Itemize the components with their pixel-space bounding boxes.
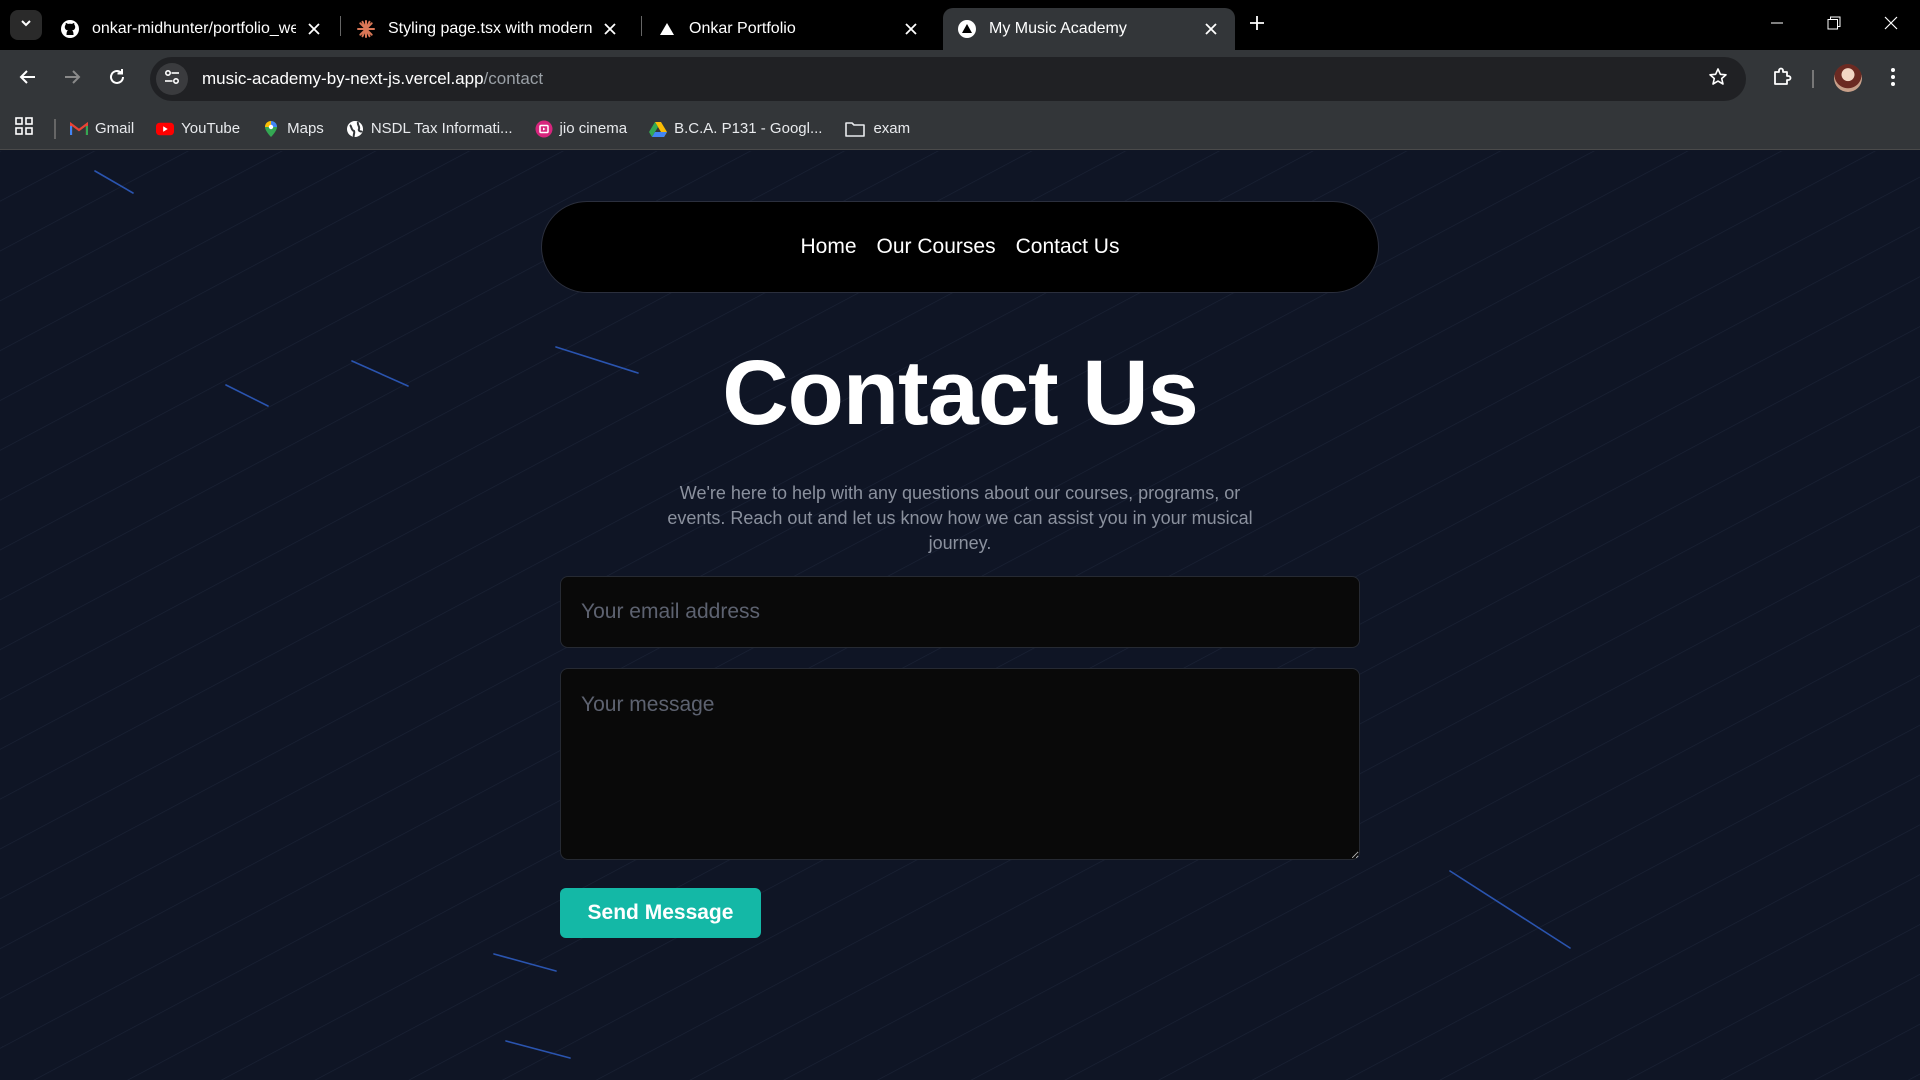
url-host: music-academy-by-next-js.vercel.app bbox=[202, 69, 484, 88]
restore-button[interactable] bbox=[1805, 0, 1863, 50]
email-field[interactable] bbox=[560, 576, 1360, 648]
puzzle-icon bbox=[1771, 66, 1793, 93]
bookmark-star-button[interactable] bbox=[1706, 67, 1730, 91]
chevron-down-icon bbox=[19, 16, 33, 35]
send-message-button[interactable]: Send Message bbox=[560, 888, 761, 938]
address-bar[interactable]: music-academy-by-next-js.vercel.app/cont… bbox=[150, 57, 1746, 101]
bookmark-drive[interactable]: B.C.A. P131 - Googl... bbox=[649, 120, 822, 138]
menu-button[interactable] bbox=[1877, 63, 1909, 95]
message-field[interactable] bbox=[560, 668, 1360, 860]
github-icon bbox=[60, 19, 80, 39]
close-window-button[interactable] bbox=[1862, 0, 1920, 50]
bookmark-nsdl[interactable]: NSDL Tax Informati... bbox=[346, 120, 513, 138]
profile-avatar[interactable] bbox=[1834, 64, 1862, 92]
close-icon bbox=[1884, 16, 1898, 35]
tab-separator bbox=[641, 16, 642, 36]
site-info-button[interactable] bbox=[156, 63, 188, 95]
close-icon[interactable] bbox=[600, 19, 620, 39]
tab-music-academy[interactable]: My Music Academy bbox=[943, 8, 1235, 50]
tab-claude[interactable]: Styling page.tsx with modern pr bbox=[342, 8, 634, 50]
tab-title: Onkar Portfolio bbox=[689, 20, 796, 37]
bookmark-label: Gmail bbox=[95, 120, 135, 137]
bookmark-label: NSDL Tax Informati... bbox=[370, 120, 513, 137]
tab-onkar-portfolio[interactable]: Onkar Portfolio bbox=[643, 8, 935, 50]
extensions-button[interactable] bbox=[1766, 63, 1798, 95]
tune-icon bbox=[163, 68, 181, 91]
close-icon[interactable] bbox=[1201, 19, 1221, 39]
claude-icon bbox=[356, 19, 376, 39]
nav-link-contact-us[interactable]: Contact Us bbox=[1016, 235, 1120, 259]
apps-grid-icon bbox=[15, 117, 33, 140]
maps-icon bbox=[262, 120, 280, 138]
youtube-icon bbox=[156, 120, 175, 138]
nav-link-our-courses[interactable]: Our Courses bbox=[877, 235, 996, 259]
url-text: music-academy-by-next-js.vercel.app/cont… bbox=[202, 69, 543, 89]
bookmarks-bar: Gmail YouTube Maps NSDL Tax Informati...… bbox=[0, 108, 1920, 150]
tab-search-button[interactable] bbox=[10, 10, 42, 40]
bookmark-label: YouTube bbox=[181, 120, 241, 137]
bookmark-gmail[interactable]: Gmail bbox=[70, 120, 134, 138]
url-path: /contact bbox=[483, 69, 544, 88]
page-content: Home Our Courses Contact Us Contact Us W… bbox=[0, 151, 1920, 1080]
tab-title: My Music Academy bbox=[989, 20, 1127, 37]
reload-icon bbox=[107, 67, 127, 92]
star-icon bbox=[1708, 67, 1728, 92]
bookmark-maps[interactable]: Maps bbox=[262, 120, 324, 138]
arrow-left-icon bbox=[18, 67, 38, 92]
tab-title: Styling page.tsx with modern pr bbox=[388, 20, 592, 37]
nav-link-home[interactable]: Home bbox=[801, 235, 857, 259]
tab-separator bbox=[340, 16, 341, 36]
arrow-right-icon bbox=[62, 67, 82, 92]
plus-icon bbox=[1249, 15, 1265, 36]
globe-icon bbox=[346, 120, 364, 138]
browser-toolbar: music-academy-by-next-js.vercel.app/cont… bbox=[0, 50, 1920, 108]
bookmark-label: Maps bbox=[287, 120, 324, 137]
bookmark-label: B.C.A. P131 - Googl... bbox=[674, 120, 823, 137]
toolbar-divider bbox=[1812, 70, 1814, 88]
close-icon[interactable] bbox=[901, 19, 921, 39]
back-button[interactable] bbox=[12, 63, 44, 95]
folder-icon bbox=[844, 120, 866, 138]
page-subtitle: We're here to help with any questions ab… bbox=[667, 483, 1253, 553]
bookmarks-separator bbox=[54, 118, 56, 139]
vercel-icon bbox=[957, 19, 977, 39]
tab-github[interactable]: onkar-midhunter/portfolio_web bbox=[46, 8, 338, 50]
apps-button[interactable] bbox=[12, 117, 36, 141]
tab-strip: onkar-midhunter/portfolio_web Styling pa… bbox=[0, 0, 1920, 50]
reload-button[interactable] bbox=[101, 63, 133, 95]
close-icon[interactable] bbox=[304, 19, 324, 39]
new-tab-button[interactable] bbox=[1242, 12, 1272, 38]
jiocinema-icon bbox=[535, 120, 553, 138]
drive-icon bbox=[649, 120, 668, 138]
restore-icon bbox=[1827, 16, 1841, 35]
bookmark-jiocinema[interactable]: jio cinema bbox=[535, 120, 628, 138]
bookmark-label: jio cinema bbox=[559, 120, 628, 137]
minimize-icon bbox=[1770, 16, 1784, 35]
bookmark-label: exam bbox=[873, 120, 911, 137]
site-navbar: Home Our Courses Contact Us bbox=[541, 201, 1379, 293]
more-vert-icon bbox=[1890, 67, 1896, 92]
bookmark-folder-exam[interactable]: exam bbox=[844, 120, 910, 138]
minimize-button[interactable] bbox=[1748, 0, 1806, 50]
vercel-icon bbox=[657, 19, 677, 39]
page-title: Contact Us bbox=[722, 342, 1199, 444]
gmail-icon bbox=[70, 120, 88, 138]
tab-title: onkar-midhunter/portfolio_web bbox=[92, 20, 296, 37]
forward-button[interactable] bbox=[56, 63, 88, 95]
bookmark-youtube[interactable]: YouTube bbox=[156, 120, 240, 138]
